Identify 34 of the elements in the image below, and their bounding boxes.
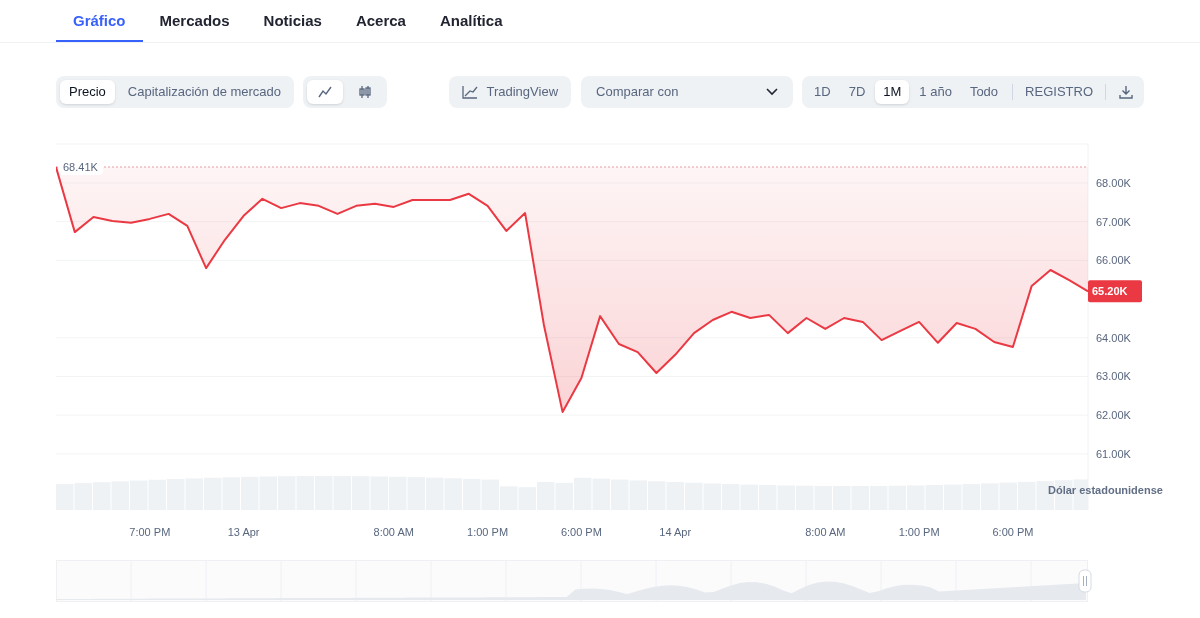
range-option[interactable]: 1M [875,80,910,104]
tab[interactable]: Acerca [338,9,423,42]
range-option[interactable]: 7D [840,80,874,104]
annotation: 68.41K [63,161,99,174]
x-axis-label: 7:00 PM [129,526,171,538]
y-axis-label: 68.00K [1096,176,1131,189]
tradingview-button[interactable]: TradingView [449,76,572,108]
tab[interactable]: Mercados [142,9,247,42]
y-axis-label: 67.00K [1096,215,1131,228]
toggle-option[interactable]: Precio [60,80,115,104]
range-option[interactable]: 1D [806,80,839,104]
compare-select[interactable]: Comparar con [581,76,794,108]
range-option[interactable]: Todo [961,80,1007,104]
y-axis-label: 63.00K [1096,370,1131,383]
range-option[interactable]: 1 año [911,80,960,104]
x-axis-label: 6:00 PM [992,526,1034,538]
last-price-badge: 65.20K [1088,280,1142,303]
toggle-option[interactable]: Capitalización de mercado [118,80,291,104]
x-axis-label: 1:00 PM [898,526,940,538]
x-axis-label: 8:00 AM [373,526,414,538]
x-axis-label: 14 Apr [659,526,692,538]
x-axis-label: 13 Apr [227,526,260,538]
y-axis-label: 66.00K [1096,254,1131,267]
y-axis-label: 61.00K [1096,447,1131,460]
x-axis-label: 1:00 PM [467,526,509,538]
tab[interactable]: Gráfico [56,9,143,42]
x-axis-label: 8:00 AM [805,526,846,538]
tab[interactable]: Analítica [422,9,520,42]
tab[interactable]: Noticias [246,9,339,42]
log-scale-button[interactable]: REGISTRO [1019,80,1099,104]
x-axis-label: 6:00 PM [560,526,602,538]
y-axis-label: 64.00K [1096,331,1131,344]
currency-label: Dólar estadounidense [1048,484,1163,496]
y-axis-label: 62.00K [1096,409,1131,422]
